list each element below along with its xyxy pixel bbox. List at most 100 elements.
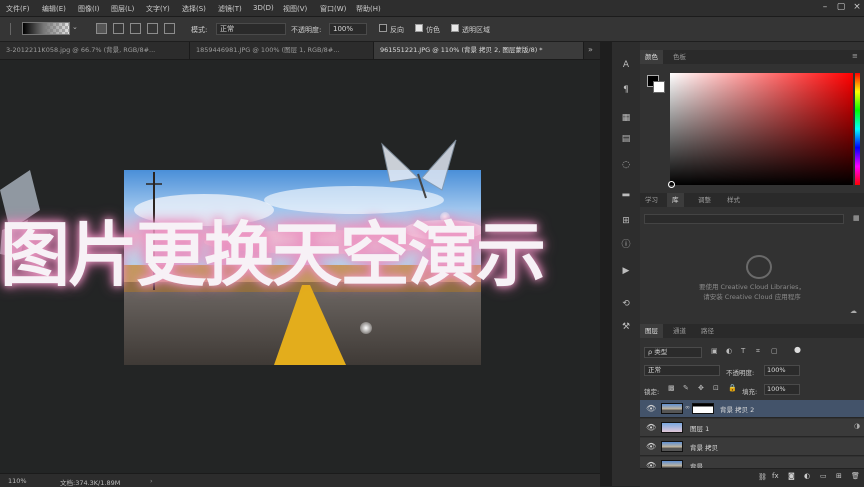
grid-view-icon[interactable]: ▦ [853, 214, 860, 222]
delete-layer-icon[interactable]: 🗑 [851, 472, 860, 480]
layer-row[interactable]: 👁 图层 1 ◑ [640, 419, 864, 437]
tab-adjustments[interactable]: 调整 [693, 193, 716, 207]
lock-transparent-icon[interactable]: ▩ [668, 384, 675, 392]
tab-libraries[interactable]: 库 [667, 193, 684, 207]
menu-layer[interactable]: 图层(L) [111, 4, 134, 14]
opacity-label: 不透明度: [291, 26, 322, 34]
restore-icon[interactable]: ▢ [835, 2, 847, 13]
tab-paths[interactable]: 路径 [696, 324, 719, 338]
filter-adjustment-icon[interactable]: ◐ [726, 347, 732, 355]
tab-document-3[interactable]: 961551221.JPG @ 110% (背景 拷贝 2, 图层蒙版/8) * [374, 42, 584, 59]
angle-gradient-icon[interactable] [130, 23, 141, 34]
menu-edit[interactable]: 编辑(E) [42, 4, 66, 14]
visibility-eye-icon[interactable]: 👁 [646, 442, 656, 451]
reverse-checkbox[interactable] [379, 24, 387, 32]
menu-view[interactable]: 视图(V) [283, 4, 307, 14]
tab-document-1[interactable]: 3-2012211K058.jpg @ 66.7% (背景, RGB/8#... [0, 42, 190, 59]
opacity-input[interactable]: 100% [329, 23, 367, 35]
color-picker-cursor[interactable] [668, 181, 675, 188]
layer-name[interactable]: 背景 拷贝 2 [720, 404, 754, 414]
menu-filter[interactable]: 滤镜(T) [218, 4, 242, 14]
panel-menu-icon[interactable]: ≡ [852, 52, 858, 60]
hue-slider[interactable] [855, 73, 860, 185]
color-field[interactable] [670, 73, 853, 185]
close-icon[interactable]: × [851, 2, 863, 13]
tab-document-2[interactable]: 1859446981.JPG @ 100% (图层 1, RGB/8#... [190, 42, 374, 59]
tab-styles[interactable]: 样式 [722, 193, 745, 207]
lock-artboard-icon[interactable]: ⊡ [713, 384, 719, 392]
filter-toggle-icon[interactable]: ● [794, 345, 801, 354]
menu-help[interactable]: 帮助(H) [356, 4, 381, 14]
tab-channels[interactable]: 通道 [668, 324, 691, 338]
layer-row[interactable]: 👁 ∞ 背景 拷贝 2 [640, 400, 864, 418]
layer-opacity-input[interactable]: 100% [764, 365, 800, 376]
zoom-level[interactable]: 110% [8, 477, 27, 485]
notes-icon[interactable]: ▤ [619, 132, 633, 146]
gradient-picker[interactable] [22, 22, 70, 35]
lock-all-icon[interactable]: 🔒 [728, 384, 737, 392]
layer-mask-thumbnail[interactable] [692, 403, 714, 414]
status-arrow-icon[interactable]: › [150, 477, 153, 485]
tab-swatches[interactable]: 色板 [668, 50, 691, 64]
color-panel-tabs: 颜色 色板 ≡ [640, 50, 864, 64]
filter-type-icon[interactable]: T [741, 347, 745, 355]
transparency-checkbox[interactable] [451, 24, 459, 32]
menu-image[interactable]: 图像(I) [78, 4, 100, 14]
layer-row[interactable]: 👁 背景 拷贝 [640, 438, 864, 456]
filter-pixel-icon[interactable]: ▣ [711, 347, 718, 355]
layer-options-icon[interactable]: ◑ [854, 422, 860, 430]
cloud-status-icon[interactable]: ☁ [850, 307, 857, 315]
layer-name[interactable]: 背景 拷贝 [690, 442, 718, 452]
lock-pixels-icon[interactable]: ✎ [683, 384, 689, 392]
properties-icon[interactable]: ▦ [619, 111, 633, 125]
brush-settings-icon[interactable]: ◌ [619, 158, 633, 172]
canvas-area[interactable]: 图片更换天空演示 [0, 60, 690, 473]
paragraph-icon[interactable]: ¶ [619, 83, 633, 97]
menu-window[interactable]: 窗口(W) [320, 4, 346, 14]
visibility-eye-icon[interactable]: 👁 [646, 423, 656, 432]
mask-link-icon[interactable]: ∞ [685, 404, 690, 411]
info-icon[interactable]: ⓘ [619, 238, 633, 252]
mode-select[interactable]: 正常 [216, 23, 286, 35]
lock-position-icon[interactable]: ✥ [698, 384, 704, 392]
clone-source-icon[interactable]: ⊞ [619, 214, 633, 228]
fill-input[interactable]: 100% [764, 384, 800, 395]
adjustment-layer-icon[interactable]: ◐ [804, 472, 810, 480]
blend-mode-select[interactable]: 正常 [644, 365, 720, 376]
tab-overflow-icon[interactable]: » [588, 45, 593, 54]
layer-name[interactable]: 图层 1 [690, 423, 709, 433]
background-color-swatch[interactable] [653, 81, 665, 93]
layer-filter-select[interactable]: ρ 类型 [644, 347, 702, 358]
tab-layers[interactable]: 图层 [640, 324, 663, 338]
tab-color[interactable]: 颜色 [640, 50, 663, 64]
menu-3d[interactable]: 3D(D) [253, 4, 274, 12]
histogram-icon[interactable]: ▂ [619, 185, 633, 199]
radial-gradient-icon[interactable] [113, 23, 124, 34]
visibility-eye-icon[interactable]: 👁 [646, 404, 656, 413]
menu-select[interactable]: 选择(S) [182, 4, 206, 14]
tool-presets-icon[interactable]: ⚒ [619, 320, 633, 334]
minimize-icon[interactable]: – [819, 2, 831, 13]
reflected-gradient-icon[interactable] [147, 23, 158, 34]
diamond-gradient-icon[interactable] [164, 23, 175, 34]
new-group-icon[interactable]: ▭ [820, 472, 827, 480]
options-bar: ⌄ 模式: 正常 不透明度: 100% 反向 仿色 透明区域 [0, 17, 864, 42]
chevron-down-icon[interactable]: ⌄ [72, 23, 78, 31]
history-icon[interactable]: ⟲ [619, 297, 633, 311]
menu-file[interactable]: 文件(F) [6, 4, 30, 14]
actions-icon[interactable]: ▶ [619, 264, 633, 278]
character-icon[interactable]: A [619, 58, 633, 72]
new-layer-icon[interactable]: ⊞ [836, 472, 842, 480]
linear-gradient-icon[interactable] [96, 23, 107, 34]
tab-learn[interactable]: 学习 [640, 193, 663, 207]
add-mask-icon[interactable]: ◙ [788, 472, 795, 480]
link-layers-icon[interactable]: ⛓ [758, 473, 767, 481]
filter-shape-icon[interactable]: ⌗ [756, 347, 760, 356]
menu-type[interactable]: 文字(Y) [146, 4, 170, 14]
fill-label: 填充: [742, 388, 758, 396]
tool-preset-icon[interactable] [2, 23, 11, 35]
library-dropdown[interactable] [644, 214, 844, 224]
filter-smart-object-icon[interactable]: ▢ [771, 347, 778, 355]
dither-checkbox[interactable] [415, 24, 423, 32]
layer-style-icon[interactable]: fx [772, 472, 779, 480]
